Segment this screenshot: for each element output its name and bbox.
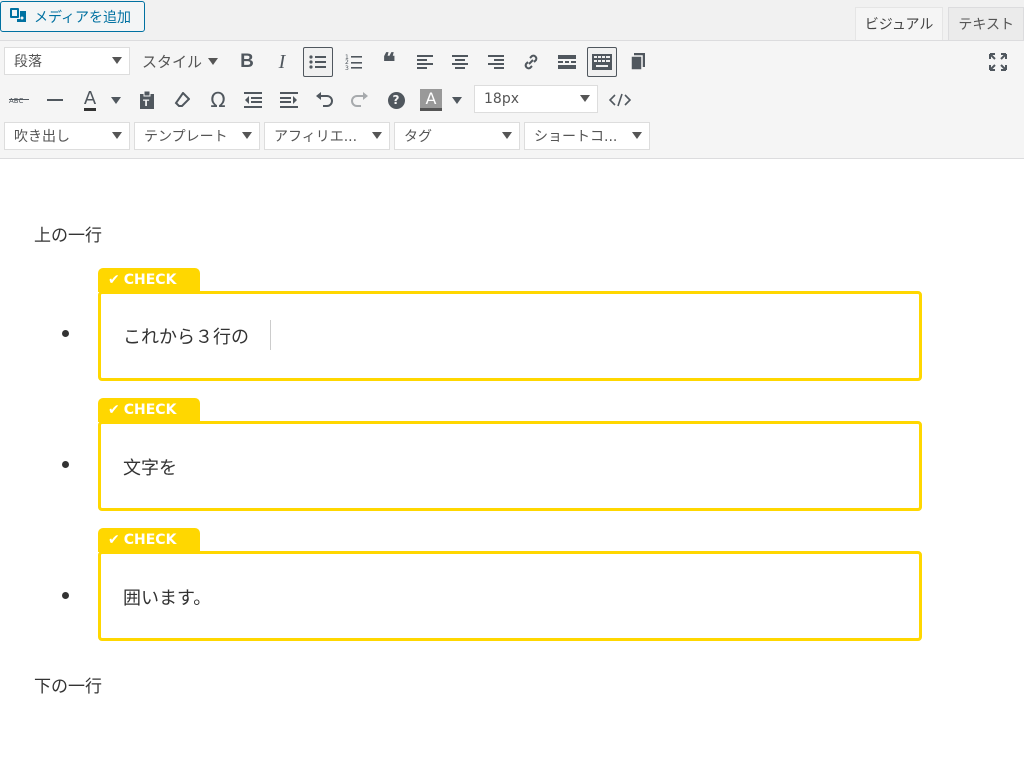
- chevron-down-icon: [632, 132, 642, 139]
- outdent-icon[interactable]: [238, 85, 268, 115]
- undo-icon[interactable]: [309, 85, 339, 115]
- check-box[interactable]: [98, 551, 922, 641]
- format-select[interactable]: 段落: [4, 47, 130, 75]
- check-label: ✔ CHECK: [98, 398, 200, 422]
- add-media-button[interactable]: メディアを追加: [0, 1, 145, 32]
- text-color-icon[interactable]: A: [75, 85, 105, 115]
- affiliate-select[interactable]: アフィリエ...: [264, 122, 390, 150]
- check-box[interactable]: [98, 421, 922, 511]
- check-label: ✔ CHECK: [98, 528, 200, 552]
- text-cursor: [270, 320, 271, 350]
- checkmark-icon: ✔: [108, 402, 120, 418]
- chevron-down-icon: [242, 132, 252, 139]
- redo-icon[interactable]: [345, 85, 375, 115]
- editor-tabs: ビジュアル テキスト: [850, 7, 1024, 40]
- special-char-icon[interactable]: Ω: [203, 85, 233, 115]
- indent-icon[interactable]: [274, 85, 304, 115]
- editor-header: メディアを追加 ビジュアル テキスト: [0, 0, 1024, 40]
- font-size-select[interactable]: 18px: [474, 85, 598, 113]
- check-label: ✔ CHECK: [98, 268, 200, 292]
- list-item[interactable]: これから３行の: [123, 323, 249, 349]
- chevron-down-icon: [112, 57, 122, 64]
- list-bullet: [62, 330, 69, 337]
- clear-format-icon[interactable]: [167, 85, 197, 115]
- chevron-down-icon: [112, 132, 122, 139]
- toolbar-row-3: 吹き出し テンプレート アフィリエ... タグ ショートコ...: [0, 122, 1024, 152]
- chevron-down-icon: [372, 132, 382, 139]
- help-icon[interactable]: ?: [381, 85, 411, 115]
- align-center-icon[interactable]: [445, 47, 475, 77]
- italic-icon[interactable]: I: [267, 47, 297, 77]
- svg-text:3: 3: [345, 65, 349, 71]
- list-bullet: [62, 461, 69, 468]
- style-select[interactable]: スタイル: [142, 47, 219, 75]
- format-select-value: 段落: [14, 54, 42, 70]
- tab-visual[interactable]: ビジュアル: [854, 7, 944, 40]
- align-right-icon[interactable]: [481, 47, 511, 77]
- bottom-line-text: 下の一行: [34, 677, 102, 697]
- add-media-label: メディアを追加: [34, 9, 132, 26]
- numbered-list-icon[interactable]: 123: [339, 47, 369, 77]
- copy-icon[interactable]: [623, 47, 653, 77]
- align-left-icon[interactable]: [410, 47, 440, 77]
- paste-text-icon[interactable]: T: [132, 85, 162, 115]
- top-line-text: 上の一行: [34, 226, 102, 246]
- balloon-select[interactable]: 吹き出し: [4, 122, 130, 150]
- horizontal-line-icon[interactable]: [40, 85, 70, 115]
- bullet-list-icon[interactable]: [303, 47, 333, 77]
- bold-icon[interactable]: B: [232, 47, 262, 77]
- list-bullet: [62, 592, 69, 599]
- chevron-down-icon: [580, 95, 590, 102]
- strikethrough-icon[interactable]: ABC: [4, 85, 34, 115]
- background-color-icon[interactable]: A: [416, 85, 446, 115]
- toolbar-row-2: ABC A T Ω ? A 18px: [0, 85, 1024, 115]
- toolbar-row-1: 段落 スタイル B I 123 ❝: [0, 47, 1024, 77]
- chevron-down-icon[interactable]: [111, 97, 121, 104]
- media-icon: [9, 6, 27, 28]
- read-more-icon[interactable]: [552, 47, 582, 77]
- tag-select[interactable]: タグ: [394, 122, 520, 150]
- editor-toolbar: 段落 スタイル B I 123 ❝ ABC A T Ω ? A 18px 吹き出…: [0, 40, 1024, 159]
- svg-text:ABC: ABC: [9, 97, 23, 105]
- fullscreen-icon[interactable]: [983, 47, 1013, 77]
- link-icon[interactable]: [516, 47, 546, 77]
- tab-text[interactable]: テキスト: [948, 7, 1024, 40]
- list-item[interactable]: 囲います。: [123, 584, 211, 610]
- chevron-down-icon[interactable]: [452, 97, 462, 104]
- checkmark-icon: ✔: [108, 272, 120, 288]
- svg-text:T: T: [143, 99, 150, 109]
- code-icon[interactable]: [605, 85, 635, 115]
- style-select-label: スタイル: [142, 52, 203, 71]
- chevron-down-icon: [208, 57, 219, 65]
- template-select[interactable]: テンプレート: [134, 122, 260, 150]
- chevron-down-icon: [502, 132, 512, 139]
- font-size-value: 18px: [484, 91, 519, 107]
- checkmark-icon: ✔: [108, 532, 120, 548]
- toolbar-toggle-icon[interactable]: [587, 47, 617, 77]
- shortcode-select[interactable]: ショートコ...: [524, 122, 650, 150]
- editor-content[interactable]: 上の一行 ✔ CHECK これから３行の ✔ CHECK 文字を ✔ CHECK…: [0, 160, 1024, 781]
- blockquote-icon[interactable]: ❝: [374, 47, 404, 77]
- list-item[interactable]: 文字を: [123, 454, 177, 480]
